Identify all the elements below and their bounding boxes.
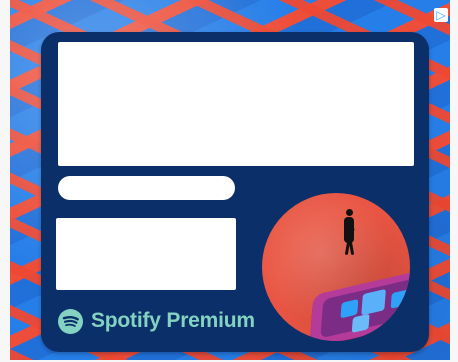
- ad-body-panel: [56, 218, 236, 290]
- ad-headline-panel: [58, 42, 414, 166]
- spotify-logo-icon: [58, 308, 83, 334]
- person-figure-illustration: [340, 207, 358, 257]
- brand-name: Spotify Premium: [91, 309, 255, 332]
- promo-illustration: [256, 187, 416, 347]
- brand-lockup[interactable]: Spotify Premium: [58, 307, 255, 335]
- phone-illustration: [309, 268, 410, 341]
- adchoices-icon[interactable]: ▷: [434, 8, 448, 22]
- ad-cta-pill[interactable]: [58, 176, 235, 200]
- ad-card[interactable]: Spotify Premium: [41, 32, 429, 352]
- ad-banner[interactable]: ▷ Spotify Premium: [0, 0, 458, 362]
